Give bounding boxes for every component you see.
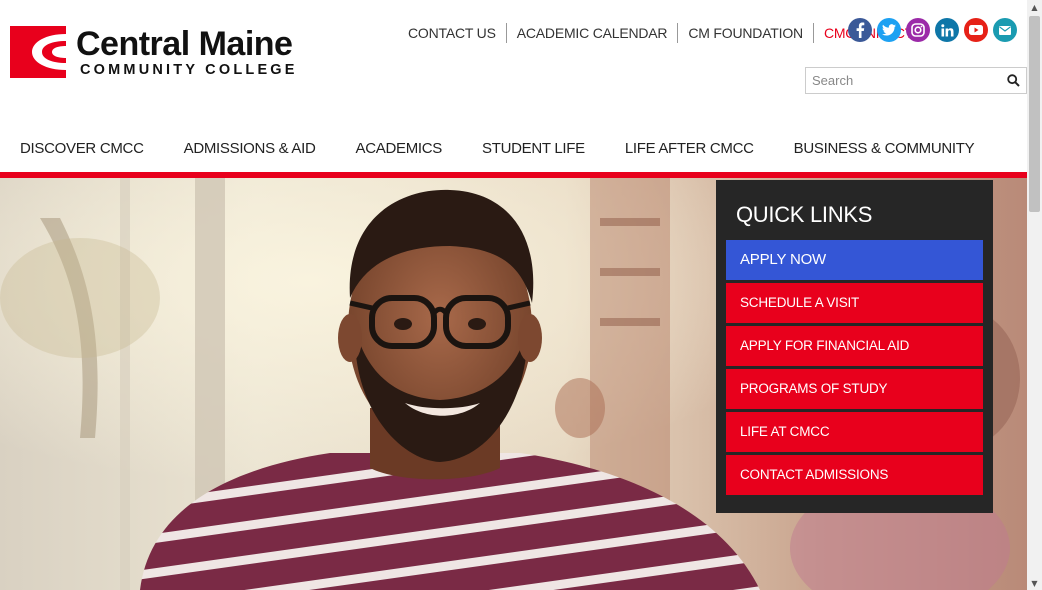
nav-business-community[interactable]: BUSINESS & COMMUNITY: [774, 140, 995, 157]
email-icon[interactable]: [993, 18, 1017, 42]
nav-academics[interactable]: ACADEMICS: [336, 140, 462, 157]
search-icon: [1006, 74, 1020, 87]
utility-nav: CONTACT US ACADEMIC CALENDAR CM FOUNDATI…: [398, 22, 923, 43]
logo-title: Central Maine: [76, 25, 293, 63]
search-button[interactable]: [1000, 68, 1026, 93]
contact-us-link[interactable]: CONTACT US: [398, 22, 507, 43]
contact-admissions-button[interactable]: CONTACT ADMISSIONS: [726, 455, 983, 495]
search-box: [805, 67, 1027, 94]
scroll-down-icon[interactable]: ▼: [1027, 576, 1042, 590]
nav-discover-cmcc[interactable]: DISCOVER CMCC: [0, 140, 164, 157]
search-input[interactable]: [806, 68, 1000, 93]
financial-aid-button[interactable]: APPLY FOR FINANCIAL AID: [726, 326, 983, 366]
academic-calendar-link[interactable]: ACADEMIC CALENDAR: [507, 22, 679, 43]
nav-student-life[interactable]: STUDENT LIFE: [462, 140, 605, 157]
scroll-thumb[interactable]: [1029, 16, 1040, 212]
life-at-cmcc-button[interactable]: LIFE AT CMCC: [726, 412, 983, 452]
page-scrollbar[interactable]: ▲ ▼: [1027, 0, 1042, 590]
logo-mark-icon: [10, 26, 66, 78]
instagram-icon[interactable]: [906, 18, 930, 42]
logo-subtitle: COMMUNITY COLLEGE: [80, 62, 298, 78]
scroll-up-icon[interactable]: ▲: [1027, 0, 1042, 14]
college-logo[interactable]: Central Maine COMMUNITY COLLEGE: [10, 26, 298, 78]
nav-admissions-aid[interactable]: ADMISSIONS & AID: [164, 140, 336, 157]
programs-of-study-button[interactable]: PROGRAMS OF STUDY: [726, 369, 983, 409]
facebook-icon[interactable]: [848, 18, 872, 42]
quick-links-panel: QUICK LINKS APPLY NOW SCHEDULE A VISIT A…: [716, 180, 993, 513]
youtube-icon[interactable]: [964, 18, 988, 42]
social-links: [848, 18, 1017, 42]
cm-foundation-link[interactable]: CM FOUNDATION: [678, 22, 814, 43]
twitter-icon[interactable]: [877, 18, 901, 42]
main-nav: DISCOVER CMCC ADMISSIONS & AID ACADEMICS…: [0, 136, 994, 160]
quick-links-title: QUICK LINKS: [736, 202, 873, 227]
apply-now-button[interactable]: APPLY NOW: [726, 240, 983, 280]
nav-life-after-cmcc[interactable]: LIFE AFTER CMCC: [605, 140, 774, 157]
linkedin-icon[interactable]: [935, 18, 959, 42]
schedule-visit-button[interactable]: SCHEDULE A VISIT: [726, 283, 983, 323]
